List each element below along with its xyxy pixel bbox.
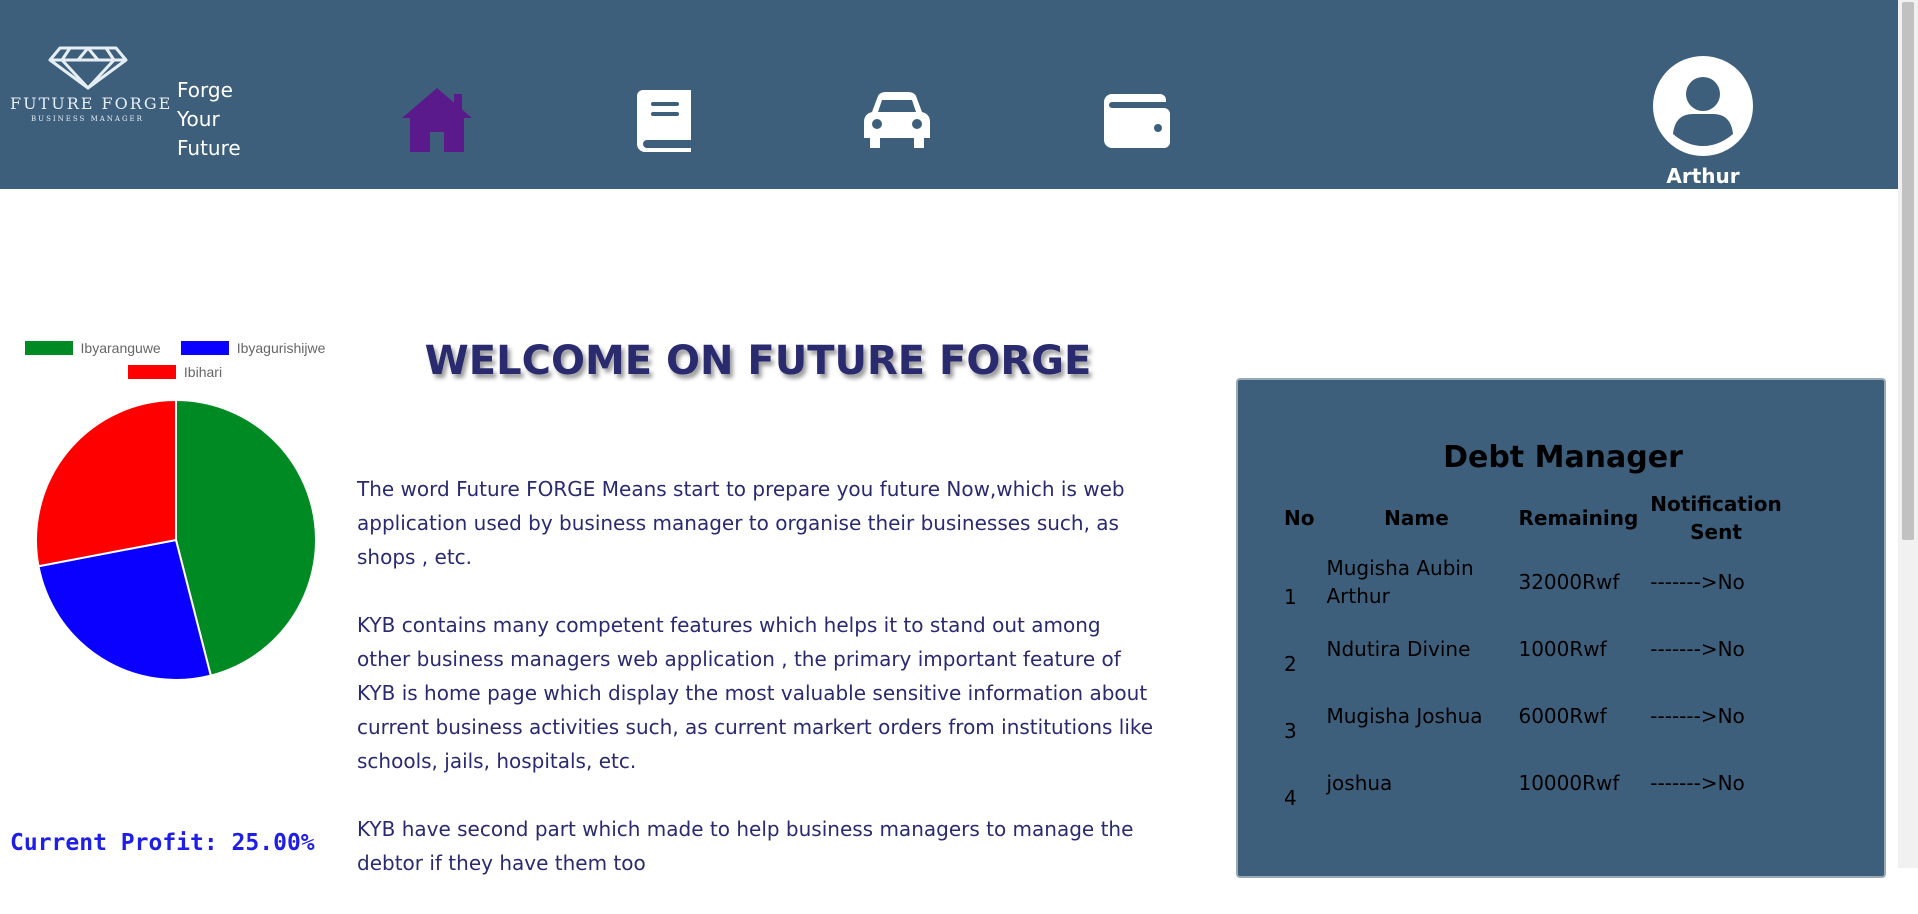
nav-home-button[interactable]: [400, 86, 474, 158]
page-scrollbar[interactable]: [1898, 0, 1918, 868]
legend-label: Ibihari: [183, 364, 223, 380]
debtor-name: Ndutira Divine: [1326, 636, 1471, 661]
column-header: No: [1284, 506, 1315, 530]
legend-swatch: [24, 341, 73, 355]
pie-slice-ibihari[interactable]: [35, 398, 177, 568]
scrollbar-thumb[interactable]: [1902, 2, 1914, 540]
nav-wallet-button[interactable]: [1104, 92, 1170, 154]
user-avatar-icon: [1653, 56, 1753, 156]
legend-row: Ibihari: [10, 364, 340, 380]
remaining-amount: 6000Rwf: [1518, 703, 1607, 728]
chart-legend: Ibyaranguwe Ibyagurishijwe Ibihari: [10, 340, 340, 388]
debtor-name: Mugisha Aubin Arthur: [1326, 555, 1474, 608]
page-title: WELCOME ON FUTURE FORGE: [424, 338, 1092, 384]
remaining-amount: 32000Rwf: [1518, 569, 1620, 594]
notification-status: ------->No: [1650, 569, 1745, 594]
table-header-row: No Name Remaining Notification Sent: [1278, 488, 1788, 548]
car-icon: [864, 92, 930, 148]
legend-item-ibyaranguwe[interactable]: Ibyaranguwe: [24, 340, 161, 356]
current-profit: Current Profit: 25.00%: [10, 830, 315, 856]
row-number: 4: [1284, 786, 1297, 810]
user-profile[interactable]: Arthur: [1650, 56, 1756, 188]
debtor-name: Mugisha Joshua: [1326, 703, 1483, 728]
book-icon: [637, 90, 691, 152]
header-bar: FUTURE FORGE BUSINESS MANAGER Forge Your…: [0, 0, 1898, 189]
column-header: Notification Sent: [1650, 492, 1782, 544]
table-row: 2 Ndutira Divine 1000Rwf ------->No: [1278, 615, 1788, 682]
row-number: 2: [1284, 652, 1297, 676]
user-name: Arthur: [1666, 164, 1740, 188]
notification-status: ------->No: [1650, 703, 1745, 728]
slogan-line: Forge: [177, 78, 233, 102]
logo-brand: FUTURE FORGE: [10, 94, 173, 113]
intro-paragraph: The word Future FORGE Means start to pre…: [357, 477, 1125, 569]
row-number: 1: [1284, 585, 1297, 609]
diamond-logo-icon: [48, 46, 127, 90]
pie-chart: [35, 398, 317, 681]
remaining-amount: 1000Rwf: [1518, 636, 1607, 661]
home-icon: [402, 88, 472, 152]
row-number: 3: [1284, 719, 1297, 743]
slogan-line: Your: [177, 107, 220, 131]
remaining-amount: 10000Rwf: [1518, 770, 1620, 795]
legend-item-ibyagurishijwe[interactable]: Ibyagurishijwe: [180, 340, 326, 356]
legend-row: Ibyaranguwe Ibyagurishijwe: [10, 340, 340, 356]
nav-car-button[interactable]: [864, 90, 930, 154]
column-header: Remaining: [1518, 506, 1639, 530]
intro-paragraph: KYB have second part which made to help …: [357, 817, 1134, 875]
legend-label: Ibyagurishijwe: [236, 340, 326, 356]
debt-manager-panel: Debt Manager No Name Remaining Notificat…: [1236, 378, 1886, 878]
notification-status: ------->No: [1650, 770, 1745, 795]
table-row: 4 joshua 10000Rwf ------->No: [1278, 749, 1788, 816]
debt-table: No Name Remaining Notification Sent 1 Mu…: [1278, 488, 1788, 816]
nav-book-button[interactable]: [635, 88, 693, 158]
legend-swatch: [127, 365, 176, 379]
legend-swatch: [180, 341, 229, 355]
legend-item-ibihari[interactable]: Ibihari: [127, 364, 223, 380]
logo-subtitle: BUSINESS MANAGER: [31, 115, 144, 123]
table-row: 1 Mugisha Aubin Arthur 32000Rwf ------->…: [1278, 548, 1788, 615]
legend-label: Ibyaranguwe: [80, 340, 161, 356]
debtor-name: joshua: [1326, 770, 1393, 795]
column-header: Name: [1384, 506, 1449, 530]
intro-text: The word Future FORGE Means start to pre…: [357, 472, 1157, 914]
logo[interactable]: FUTURE FORGE BUSINESS MANAGER: [10, 44, 173, 123]
debt-manager-title: Debt Manager: [1443, 440, 1683, 475]
wallet-icon: [1104, 94, 1170, 148]
notification-status: ------->No: [1650, 636, 1745, 661]
table-row: 3 Mugisha Joshua 6000Rwf ------->No: [1278, 682, 1788, 749]
intro-paragraph: KYB contains many competent features whi…: [357, 613, 1154, 773]
slogan-line: Future: [177, 136, 241, 160]
slogan: Forge Your Future: [177, 76, 241, 163]
